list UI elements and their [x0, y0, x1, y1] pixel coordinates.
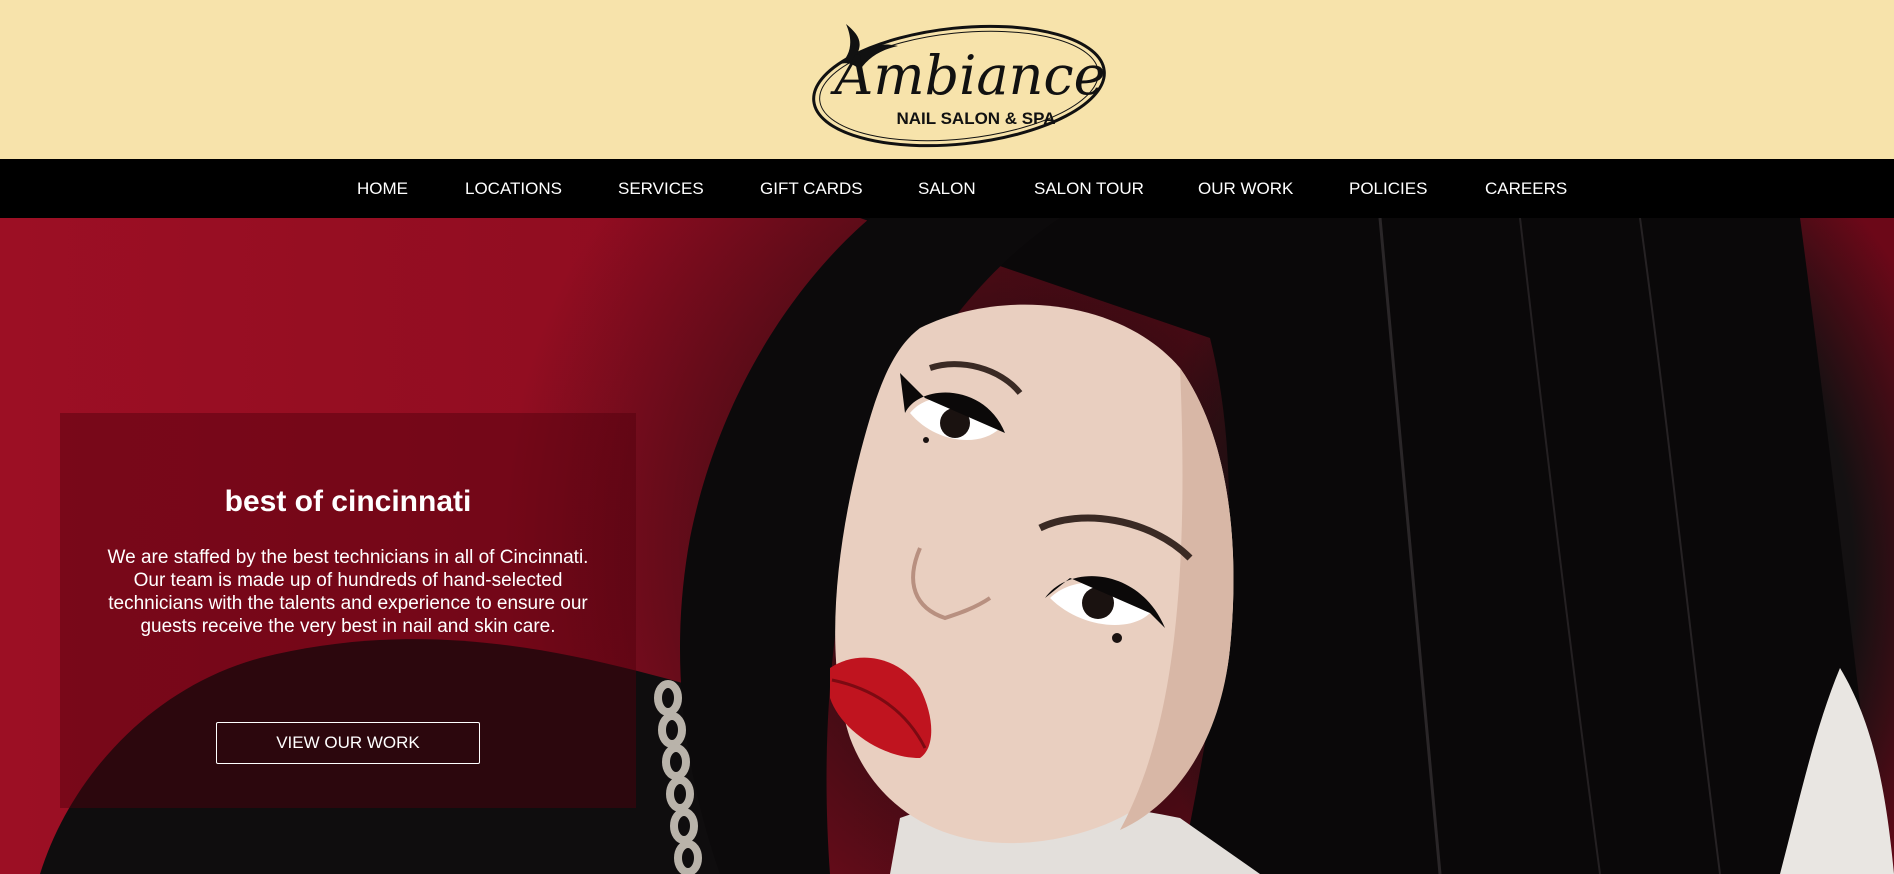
hero-banner: best of cincinnati We are staffed by the… [0, 218, 1894, 874]
view-our-work-button[interactable]: VIEW OUR WORK [216, 722, 480, 764]
nav-item-services[interactable]: SERVICES [618, 159, 704, 218]
nav-item-careers[interactable]: CAREERS [1485, 159, 1567, 218]
intro-description: We are staffed by the best technicians i… [107, 547, 589, 637]
main-navigation: HOME LOCATIONS SERVICES GIFT CARDS SALON… [0, 159, 1894, 218]
site-header: Ambiance NAIL SALON & SPA [0, 0, 1894, 159]
nav-item-gift-cards[interactable]: GIFT CARDS [760, 159, 863, 218]
logo-script-text: Ambiance [829, 44, 1105, 107]
logo-graphic: Ambiance NAIL SALON & SPA [812, 24, 1106, 148]
intro-panel: best of cincinnati We are staffed by the… [60, 413, 636, 808]
logo-tagline: NAIL SALON & SPA [897, 109, 1056, 128]
nav-item-salon[interactable]: SALON [918, 159, 976, 218]
nav-item-home[interactable]: HOME [357, 159, 408, 218]
nav-item-policies[interactable]: POLICIES [1349, 159, 1427, 218]
nav-item-locations[interactable]: LOCATIONS [465, 159, 562, 218]
intro-title: best of cincinnati [224, 485, 472, 518]
nav-item-our-work[interactable]: OUR WORK [1198, 159, 1293, 218]
ambiance-logo[interactable]: Ambiance NAIL SALON & SPA [806, 12, 1112, 152]
nav-item-salon-tour[interactable]: SALON TOUR [1034, 159, 1144, 218]
